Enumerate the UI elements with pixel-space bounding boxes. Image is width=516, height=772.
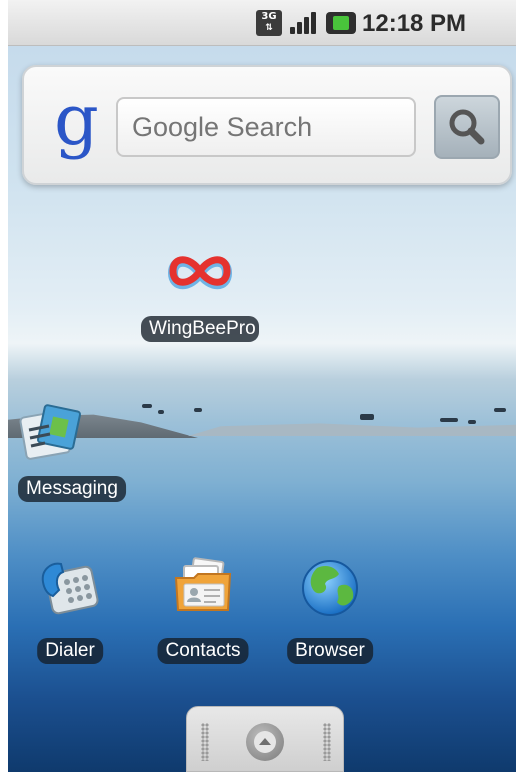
wallpaper-rock (142, 404, 152, 408)
messaging-icon (19, 404, 81, 460)
3g-data-icon: 3G ⇅ (256, 10, 282, 36)
app-drawer-handle[interactable] (186, 706, 344, 772)
app-label: WingBeePro (141, 316, 259, 342)
app-contacts[interactable]: Contacts (148, 552, 258, 668)
wallpaper-distant-hills (188, 423, 516, 436)
app-label: Messaging (18, 476, 126, 502)
app-label: Browser (287, 638, 373, 664)
wallpaper-rock (494, 408, 506, 412)
contacts-folder-icon (174, 557, 232, 611)
status-bar: 3G ⇅ 12:18 PM (8, 0, 516, 46)
wallpaper-rock (360, 414, 374, 420)
search-icon (449, 109, 485, 145)
drawer-up-arrow-icon (246, 723, 284, 761)
wallpaper-rock (440, 418, 458, 422)
google-logo[interactable]: g (54, 85, 104, 165)
app-label: Dialer (37, 638, 103, 664)
search-input[interactable] (116, 97, 416, 157)
home-screen: 3G ⇅ 12:18 PM g Google Search WingBeePro… (8, 0, 516, 772)
grip-dots (201, 723, 209, 761)
app-label: Contacts (157, 638, 249, 664)
wallpaper-rock (158, 410, 164, 414)
app-wingbeepro[interactable]: WingBeePro (140, 240, 260, 350)
google-search-widget[interactable]: g (22, 65, 512, 185)
wallpaper-rock (468, 420, 476, 424)
signal-strength-icon (288, 10, 318, 36)
status-time: 12:18 PM (362, 10, 467, 37)
battery-charging-icon (326, 12, 356, 34)
app-dialer[interactable]: Dialer (20, 552, 120, 668)
wallpaper-rock (194, 408, 202, 412)
globe-icon (302, 560, 358, 616)
phone-icon (41, 562, 99, 615)
app-messaging[interactable]: Messaging (12, 392, 132, 508)
search-button[interactable] (434, 95, 500, 159)
infinity-logo-icon (167, 256, 233, 290)
app-browser[interactable]: Browser (278, 552, 382, 668)
grip-dots (323, 723, 331, 761)
